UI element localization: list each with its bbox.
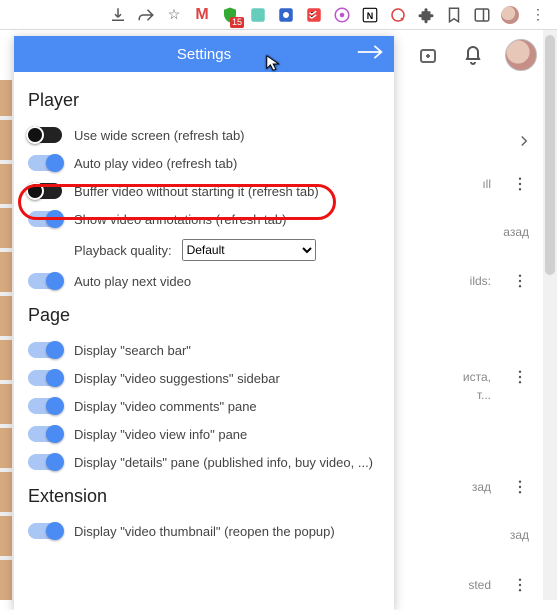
toggle-label: Display "details" pane (published info, … <box>74 455 373 470</box>
toggle-label: Auto play video (refresh tab) <box>74 156 237 171</box>
extension-icon-2[interactable] <box>277 6 295 24</box>
bg-text: ilds: <box>470 274 491 288</box>
extension-icon-1[interactable] <box>249 6 267 24</box>
settings-panel: Settings Player Use wide screen (refresh… <box>14 36 394 610</box>
settings-body: Player Use wide screen (refresh tab) Aut… <box>14 72 394 610</box>
toggle-label: Display "video view info" pane <box>74 427 247 442</box>
bg-list-item-2: азад <box>503 225 529 239</box>
toggle-row-buffer: Buffer video without starting it (refres… <box>28 177 380 205</box>
sidepanel-icon[interactable] <box>473 6 491 24</box>
kebab-icon[interactable] <box>511 175 529 193</box>
kebab-icon[interactable] <box>511 576 529 594</box>
toggle-suggestions[interactable] <box>28 370 62 386</box>
settings-title: Settings <box>14 46 394 63</box>
toggle-label: Display "video suggestions" sidebar <box>74 371 280 386</box>
toggle-row-annotations: Show video annotations (refresh tab) <box>28 205 380 233</box>
toggle-row-autoplay: Auto play video (refresh tab) <box>28 149 380 177</box>
chevron-right-icon[interactable] <box>515 132 533 150</box>
bg-list-item-6: sted <box>468 576 529 594</box>
kebab-menu-icon[interactable]: ⋮ <box>529 6 547 24</box>
bg-text: азад <box>503 225 529 239</box>
profile-avatar-icon[interactable] <box>501 6 519 24</box>
star-icon[interactable]: ☆ <box>165 6 183 24</box>
toggle-view-info[interactable] <box>28 426 62 442</box>
extension-icon-q[interactable] <box>389 6 407 24</box>
toggle-label: Display "video thumbnail" (reopen the po… <box>74 524 335 539</box>
bg-list-item-3: ilds: <box>470 272 529 290</box>
settings-header: Settings <box>14 36 394 72</box>
toggle-wide-screen[interactable] <box>28 127 62 143</box>
browser-toolbar: ☆ M 15 N ⋮ <box>0 0 557 30</box>
badge-count: 15 <box>230 17 244 28</box>
toggle-thumbnail[interactable] <box>28 523 62 539</box>
kebab-icon[interactable] <box>511 368 529 386</box>
section-player-heading: Player <box>28 90 380 111</box>
gmail-icon[interactable]: M <box>193 6 211 24</box>
toggle-row-search-bar: Display "search bar" <box>28 336 380 364</box>
kebab-icon[interactable] <box>511 478 529 496</box>
extension-shield-icon[interactable]: 15 <box>221 6 239 24</box>
playback-quality-select[interactable]: Default <box>182 239 316 261</box>
playback-quality-label: Playback quality: <box>74 243 172 258</box>
toggle-row-details: Display "details" pane (published info, … <box>28 448 380 476</box>
toggle-search-bar[interactable] <box>28 342 62 358</box>
bg-text: иста, <box>463 370 491 384</box>
section-extension-heading: Extension <box>28 486 380 507</box>
toggle-row-thumbnail: Display "video thumbnail" (reopen the po… <box>28 517 380 545</box>
toggle-comments[interactable] <box>28 398 62 414</box>
toggle-label: Use wide screen (refresh tab) <box>74 128 245 143</box>
toggle-autoplay-next[interactable] <box>28 273 62 289</box>
toggle-label: Buffer video without starting it (refres… <box>74 184 319 199</box>
toggle-label: Display "search bar" <box>74 343 191 358</box>
create-icon[interactable] <box>417 43 441 67</box>
playback-quality-row: Playback quality: Default <box>28 233 380 267</box>
extension-icon-purple[interactable] <box>333 6 351 24</box>
extensions-puzzle-icon[interactable] <box>417 6 435 24</box>
toggle-row-view-info: Display "video view info" pane <box>28 420 380 448</box>
todoist-icon[interactable] <box>305 6 323 24</box>
bg-text: sted <box>468 578 491 592</box>
bg-text: зад <box>510 528 529 542</box>
section-page-heading: Page <box>28 305 380 326</box>
bg-list-item-5b: зад <box>510 528 529 542</box>
toggle-buffer[interactable] <box>28 183 62 199</box>
download-icon[interactable] <box>109 6 127 24</box>
toggle-details[interactable] <box>28 454 62 470</box>
toggle-label: Auto play next video <box>74 274 191 289</box>
background-left-sliver <box>0 80 12 600</box>
toggle-row-autoplay-next: Auto play next video <box>28 267 380 295</box>
toggle-label: Show video annotations (refresh tab) <box>74 212 286 227</box>
cursor-icon <box>265 54 283 72</box>
notifications-icon[interactable] <box>461 43 485 67</box>
bg-text: т... <box>477 388 491 402</box>
bg-list-item-1: ıll <box>482 175 529 193</box>
svg-text:N: N <box>367 10 374 20</box>
toggle-autoplay[interactable] <box>28 155 62 171</box>
share-icon[interactable] <box>137 6 155 24</box>
toggle-row-wide-screen: Use wide screen (refresh tab) <box>28 121 380 149</box>
bookmark-icon[interactable] <box>445 6 463 24</box>
toggle-annotations[interactable] <box>28 211 62 227</box>
bg-text: ıll <box>482 177 491 191</box>
notion-icon[interactable]: N <box>361 6 379 24</box>
toggle-label: Display "video comments" pane <box>74 399 257 414</box>
toggle-row-comments: Display "video comments" pane <box>28 392 380 420</box>
bg-list-item-4: иста, т... <box>463 368 529 402</box>
bg-text: зад <box>472 480 491 494</box>
kebab-icon[interactable] <box>511 272 529 290</box>
toggle-row-suggestions: Display "video suggestions" sidebar <box>28 364 380 392</box>
forward-arrow-icon[interactable] <box>356 42 384 66</box>
bg-list-item-5: зад <box>472 478 529 496</box>
user-avatar[interactable] <box>505 39 537 71</box>
